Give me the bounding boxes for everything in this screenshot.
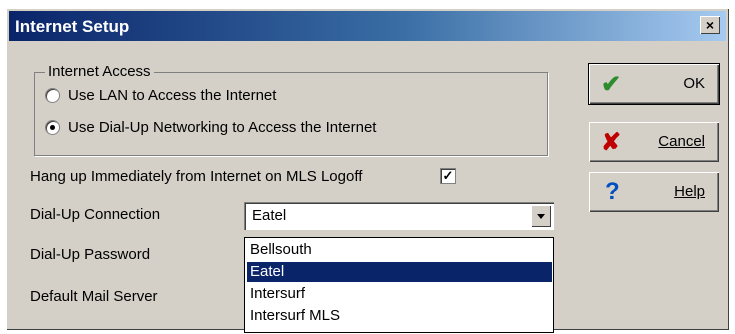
dialup-password-label: Dial-Up Password xyxy=(30,246,151,263)
cancel-button-label: Cancel xyxy=(658,133,705,150)
chevron-down-icon[interactable] xyxy=(531,205,551,227)
help-button-label: Help xyxy=(674,183,705,200)
dropdown-item-intersurf[interactable]: Intersurf xyxy=(247,284,552,304)
radio-use-dialup-indicator[interactable] xyxy=(45,120,60,135)
dropdown-item-bellsouth[interactable]: Bellsouth xyxy=(247,240,552,260)
dialup-connection-value: Eatel xyxy=(252,207,287,224)
internet-access-group: Internet Access Use LAN to Access the In… xyxy=(34,63,548,156)
title-bar[interactable]: Internet Setup × xyxy=(9,11,726,41)
dialup-connection-dropdown: Bellsouth Eatel Intersurf Intersurf MLS xyxy=(244,237,554,333)
window-title: Internet Setup xyxy=(15,17,130,36)
radio-use-lan-label: Use LAN to Access the Internet xyxy=(68,87,277,104)
internet-setup-dialog: Internet Setup × Internet Access Use LAN… xyxy=(6,8,729,333)
question-icon: ? xyxy=(605,178,620,205)
dialup-connection-label: Dial-Up Connection xyxy=(30,206,161,223)
ok-button-label: OK xyxy=(683,75,705,92)
close-button[interactable]: × xyxy=(700,16,720,34)
hangup-checkbox[interactable]: ✓ xyxy=(440,168,456,184)
cancel-button[interactable]: ✘ Cancel xyxy=(589,122,719,162)
dropdown-item-eatel[interactable]: Eatel xyxy=(247,262,552,282)
radio-use-dialup[interactable]: Use Dial-Up Networking to Access the Int… xyxy=(45,119,376,136)
ok-button[interactable]: ✔ OK xyxy=(589,64,719,104)
cross-icon: ✘ xyxy=(601,129,622,156)
dropdown-item-intersurf-mls[interactable]: Intersurf MLS xyxy=(247,306,552,326)
radio-use-dialup-label: Use Dial-Up Networking to Access the Int… xyxy=(68,119,377,136)
help-button[interactable]: ? Help xyxy=(589,172,719,212)
default-mail-label: Default Mail Server xyxy=(30,288,158,305)
radio-use-lan[interactable]: Use LAN to Access the Internet xyxy=(45,87,276,104)
internet-access-group-label: Internet Access xyxy=(45,63,154,80)
hangup-label: Hang up Immediately from Internet on MLS… xyxy=(30,168,363,185)
close-icon: × xyxy=(705,17,715,33)
check-icon: ✔ xyxy=(601,71,622,98)
dialup-connection-combo[interactable]: Eatel xyxy=(244,202,554,230)
radio-use-lan-indicator[interactable] xyxy=(45,88,60,103)
